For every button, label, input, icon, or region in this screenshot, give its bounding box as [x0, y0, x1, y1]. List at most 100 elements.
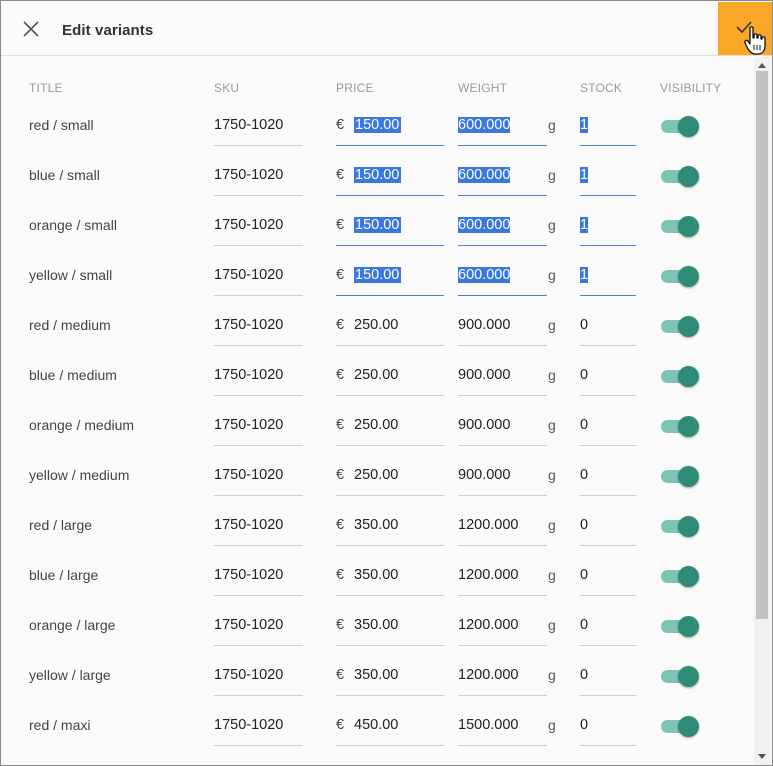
price-input[interactable]: €250.00 — [336, 456, 444, 496]
weight-input[interactable]: 900.000 — [458, 306, 547, 346]
sku-input[interactable]: 1750-1020 — [214, 406, 303, 446]
table-row: orange / small 1750-1020 €150.00 600.000 g 1 — [4, 201, 754, 251]
variant-title: orange / small — [29, 217, 117, 233]
close-button[interactable] — [21, 19, 41, 39]
visibility-toggle[interactable] — [661, 165, 699, 187]
stock-input[interactable]: 0 — [580, 706, 636, 746]
toggle-knob — [678, 416, 699, 437]
visibility-toggle[interactable] — [661, 365, 699, 387]
weight-input[interactable]: 1200.000 — [458, 556, 547, 596]
vertical-scrollbar[interactable] — [754, 57, 771, 765]
stock-input[interactable]: 1 — [580, 106, 636, 146]
variant-title: red / large — [29, 517, 93, 533]
sku-input[interactable]: 1750-1020 — [214, 256, 303, 296]
sku-input[interactable]: 1750-1020 — [214, 156, 303, 196]
sku-input[interactable]: 1750-1020 — [214, 506, 303, 546]
price-input[interactable]: €450.00 — [336, 706, 444, 746]
scroll-thumb[interactable] — [756, 71, 768, 619]
currency-symbol: € — [336, 717, 345, 733]
sku-value: 1750-1020 — [214, 167, 284, 183]
visibility-toggle[interactable] — [661, 265, 699, 287]
weight-input[interactable]: 1200.000 — [458, 506, 547, 546]
table-row: yellow / small 1750-1020 €150.00 600.000 g 1 — [4, 251, 754, 301]
visibility-toggle[interactable] — [661, 415, 699, 437]
variants-table: TITLE SKU PRICE WEIGHT STOCK VISIBILITY … — [4, 57, 754, 765]
column-header-visibility: VISIBILITY — [660, 81, 722, 95]
visibility-toggle[interactable] — [661, 715, 699, 737]
sku-input[interactable]: 1750-1020 — [214, 706, 303, 746]
table-row: red / maxi 1750-1020 €450.00 1500.000 g 0 — [4, 701, 754, 751]
sku-input[interactable]: 1750-1020 — [214, 606, 303, 646]
weight-input[interactable]: 600.000 — [458, 106, 547, 146]
stock-input[interactable]: 0 — [580, 656, 636, 696]
confirm-button[interactable] — [718, 2, 772, 55]
price-input[interactable]: €350.00 — [336, 556, 444, 596]
stock-input[interactable]: 0 — [580, 456, 636, 496]
stock-input[interactable]: 0 — [580, 306, 636, 346]
sku-value: 1750-1020 — [214, 217, 284, 233]
weight-input[interactable]: 1500.000 — [458, 706, 547, 746]
price-input[interactable]: €150.00 — [336, 256, 444, 296]
weight-input[interactable]: 600.000 — [458, 256, 547, 296]
weight-unit: g — [548, 417, 556, 433]
sku-value: 1750-1020 — [214, 567, 284, 583]
weight-unit: g — [548, 117, 556, 133]
visibility-toggle[interactable] — [661, 315, 699, 337]
sku-input[interactable]: 1750-1020 — [214, 456, 303, 496]
sku-input[interactable]: 1750-1020 — [214, 206, 303, 246]
scroll-up-arrow-icon[interactable] — [758, 63, 766, 68]
weight-unit: g — [548, 317, 556, 333]
weight-input[interactable]: 900.000 — [458, 456, 547, 496]
visibility-toggle[interactable] — [661, 515, 699, 537]
weight-unit: g — [548, 517, 556, 533]
stock-value: 0 — [580, 317, 589, 333]
stock-input[interactable]: 0 — [580, 606, 636, 646]
price-input[interactable]: €350.00 — [336, 506, 444, 546]
stock-input[interactable]: 0 — [580, 356, 636, 396]
variant-title: yellow / medium — [29, 467, 130, 483]
visibility-toggle[interactable] — [661, 465, 699, 487]
price-input[interactable]: €350.00 — [336, 656, 444, 696]
visibility-toggle[interactable] — [661, 215, 699, 237]
sku-input[interactable]: 1750-1020 — [214, 356, 303, 396]
weight-input[interactable]: 1200.000 — [458, 606, 547, 646]
price-input[interactable]: €150.00 — [336, 206, 444, 246]
price-input[interactable]: €250.00 — [336, 356, 444, 396]
weight-input[interactable]: 1200.000 — [458, 656, 547, 696]
sku-value: 1750-1020 — [214, 717, 284, 733]
price-input[interactable]: €250.00 — [336, 306, 444, 346]
table-row: orange / large 1750-1020 €350.00 1200.000 g 0 — [4, 601, 754, 651]
weight-input[interactable]: 600.000 — [458, 206, 547, 246]
stock-input[interactable]: 0 — [580, 556, 636, 596]
stock-input[interactable]: 1 — [580, 156, 636, 196]
weight-value: 900.000 — [458, 367, 511, 383]
visibility-toggle[interactable] — [661, 665, 699, 687]
variant-title: orange / medium — [29, 417, 135, 433]
weight-unit: g — [548, 217, 556, 233]
stock-input[interactable]: 1 — [580, 256, 636, 296]
weight-value: 600.000 — [458, 267, 511, 283]
visibility-toggle[interactable] — [661, 565, 699, 587]
sku-input[interactable]: 1750-1020 — [214, 556, 303, 596]
currency-symbol: € — [336, 317, 345, 333]
price-input[interactable]: €150.00 — [336, 106, 444, 146]
weight-input[interactable]: 900.000 — [458, 406, 547, 446]
sku-input[interactable]: 1750-1020 — [214, 106, 303, 146]
weight-value: 900.000 — [458, 317, 511, 333]
stock-input[interactable]: 0 — [580, 506, 636, 546]
weight-input[interactable]: 900.000 — [458, 356, 547, 396]
stock-input[interactable]: 0 — [580, 406, 636, 446]
stock-input[interactable]: 1 — [580, 206, 636, 246]
scroll-down-arrow-icon[interactable] — [758, 754, 766, 759]
price-input[interactable]: €150.00 — [336, 156, 444, 196]
currency-symbol: € — [336, 267, 345, 283]
table-row: yellow / large 1750-1020 €350.00 1200.000 g 0 — [4, 651, 754, 701]
sku-input[interactable]: 1750-1020 — [214, 656, 303, 696]
price-input[interactable]: €250.00 — [336, 406, 444, 446]
sku-input[interactable]: 1750-1020 — [214, 306, 303, 346]
price-input[interactable]: €350.00 — [336, 606, 444, 646]
visibility-toggle[interactable] — [661, 615, 699, 637]
column-header-sku: SKU — [214, 81, 240, 95]
visibility-toggle[interactable] — [661, 115, 699, 137]
weight-input[interactable]: 600.000 — [458, 156, 547, 196]
